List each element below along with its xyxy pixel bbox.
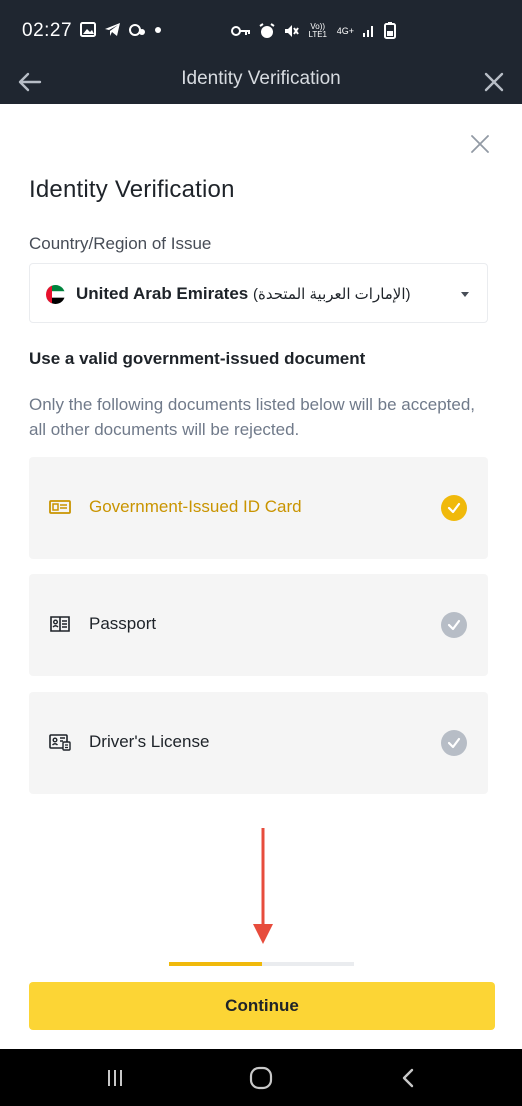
alarm-icon bbox=[259, 22, 275, 38]
passport-icon bbox=[50, 616, 70, 632]
documents-heading: Use a valid government-issued document bbox=[29, 349, 366, 368]
battery-icon bbox=[384, 22, 396, 39]
telegram-icon bbox=[105, 23, 120, 36]
annotation-arrow-down-icon bbox=[253, 828, 273, 944]
step-progress-bar bbox=[169, 962, 354, 966]
check-circle-icon bbox=[441, 730, 467, 756]
home-button[interactable] bbox=[246, 1063, 276, 1093]
vpn-key-icon bbox=[230, 25, 250, 36]
document-option-id-card[interactable]: Government-Issued ID Card bbox=[29, 457, 488, 559]
gallery-icon bbox=[80, 22, 96, 37]
back-icon bbox=[402, 1068, 414, 1088]
document-option-label: Government-Issued ID Card bbox=[89, 497, 302, 516]
uae-flag-icon bbox=[46, 285, 65, 304]
check-circle-icon bbox=[441, 612, 467, 638]
dot-icon bbox=[155, 27, 161, 33]
header-title: Identity Verification bbox=[181, 68, 341, 89]
system-nav-bar bbox=[0, 1049, 522, 1106]
country-native-name: (الإمارات العربية المتحدة) bbox=[252, 286, 411, 303]
page-title: Identity Verification bbox=[29, 176, 235, 203]
country-value: United Arab Emirates bbox=[76, 284, 249, 303]
signal-icon bbox=[363, 25, 373, 37]
status-bar: 02:27 Vo)) LTE1 4G+ bbox=[0, 0, 522, 62]
close-icon bbox=[484, 72, 504, 92]
document-option-drivers-license[interactable]: Driver's License bbox=[29, 692, 488, 794]
4g-icon: 4G+ bbox=[336, 25, 354, 36]
close-icon bbox=[471, 135, 489, 153]
step-progress-fill bbox=[169, 962, 262, 966]
document-option-passport[interactable]: Passport bbox=[29, 574, 488, 676]
documents-note: Only the following documents listed belo… bbox=[29, 395, 476, 439]
home-icon bbox=[249, 1066, 273, 1090]
continue-button[interactable]: Continue bbox=[29, 982, 495, 1030]
header-close-button[interactable] bbox=[478, 66, 510, 98]
recents-button[interactable] bbox=[100, 1063, 130, 1093]
country-label: Country/Region of Issue bbox=[29, 234, 212, 253]
document-option-label: Driver's License bbox=[89, 732, 210, 751]
drivers-license-icon bbox=[49, 734, 71, 751]
app-header: Identity Verification bbox=[0, 62, 522, 104]
modal-close-button[interactable] bbox=[468, 132, 492, 156]
back-button[interactable] bbox=[393, 1063, 423, 1093]
volte-icon: Vo)) LTE1 bbox=[308, 21, 327, 39]
recents-icon bbox=[108, 1070, 122, 1086]
document-option-label: Passport bbox=[89, 614, 157, 633]
status-time: 02:27 bbox=[22, 20, 73, 41]
mute-icon bbox=[284, 24, 299, 37]
notification-icon bbox=[129, 24, 145, 36]
id-card-icon bbox=[49, 500, 71, 514]
country-select[interactable]: United Arab Emirates (الإمارات العربية ا… bbox=[29, 263, 488, 323]
caret-down-icon bbox=[461, 292, 469, 297]
check-circle-icon bbox=[441, 495, 467, 521]
